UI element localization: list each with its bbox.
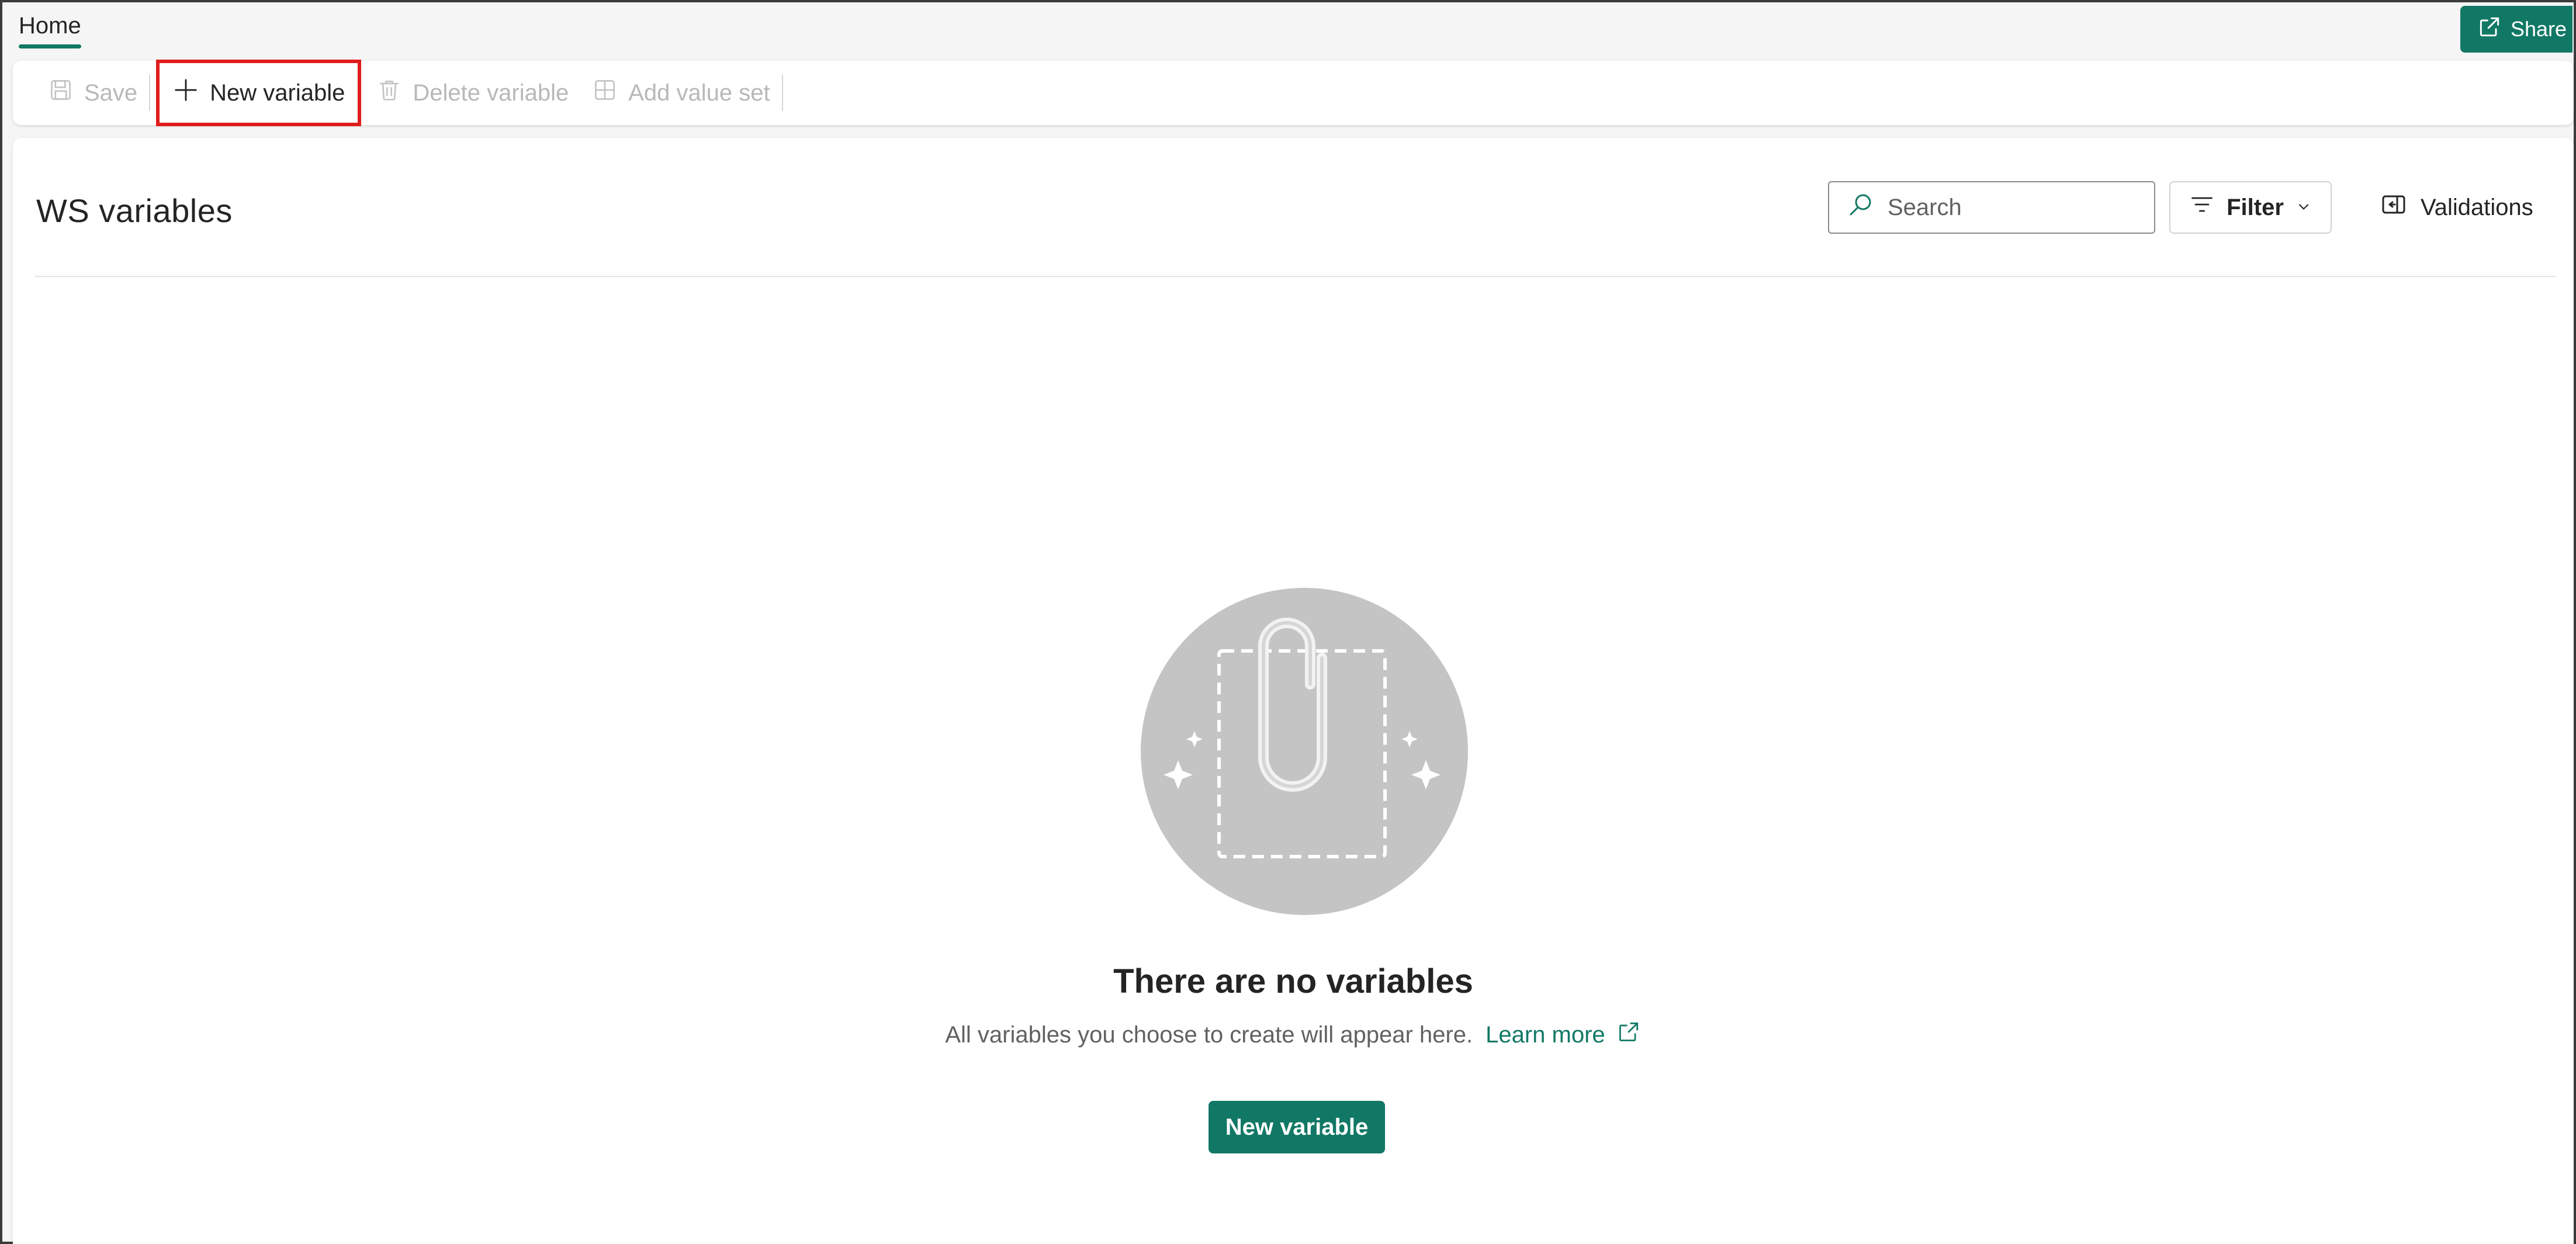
save-button[interactable]: Save — [36, 61, 149, 125]
toolbar-divider — [781, 75, 783, 111]
learn-more-label: Learn more — [1486, 1021, 1605, 1048]
page-title: WS variables — [36, 192, 233, 229]
plus-icon — [172, 77, 199, 109]
paperclip-illustration — [1141, 588, 1468, 915]
new-variable-button[interactable]: New variable — [1209, 1101, 1385, 1153]
external-link-icon — [1616, 1019, 1642, 1051]
search-input[interactable]: Search — [1828, 181, 2155, 234]
share-icon — [2477, 14, 2502, 45]
save-label: Save — [84, 79, 138, 106]
app-window: Home Share Save New variable Delete vari… — [0, 0, 2576, 1244]
filter-icon — [2189, 192, 2215, 223]
new-variable-label: New variable — [210, 79, 345, 106]
filter-button[interactable]: Filter — [2169, 181, 2332, 234]
table-add-icon — [592, 77, 618, 109]
share-label: Share — [2511, 17, 2567, 41]
add-value-set-label: Add value set — [628, 79, 770, 106]
save-icon — [48, 77, 74, 109]
toolbar: Save New variable Delete variable Add va… — [13, 60, 2574, 126]
empty-state-description: All variables you choose to create will … — [945, 1021, 1473, 1048]
search-placeholder: Search — [1888, 194, 1962, 220]
header-divider — [35, 276, 2556, 277]
delete-variable-label: Delete variable — [413, 79, 569, 106]
validations-button[interactable]: Validations — [2380, 181, 2533, 234]
delete-variable-button[interactable]: Delete variable — [365, 61, 580, 125]
share-button[interactable]: Share — [2460, 6, 2572, 53]
filter-label: Filter — [2227, 194, 2284, 220]
tab-home[interactable]: Home — [19, 13, 81, 48]
toolbar-divider — [149, 75, 151, 111]
new-variable-toolbar-button[interactable]: New variable — [156, 60, 362, 126]
trash-icon — [376, 77, 402, 109]
tab-bar: Home Share — [2, 2, 2574, 56]
learn-more-link[interactable]: Learn more — [1486, 1019, 1642, 1051]
variables-panel: WS variables Search Filter Validations T… — [13, 138, 2574, 1244]
search-icon — [1847, 190, 1875, 224]
chevron-down-icon — [2295, 195, 2312, 221]
panel-icon — [2380, 190, 2408, 224]
empty-state-title: There are no variables — [1113, 962, 1473, 1000]
empty-state-description-row: All variables you choose to create will … — [13, 1019, 2574, 1051]
validations-label: Validations — [2421, 194, 2533, 220]
add-value-set-button[interactable]: Add value set — [580, 61, 781, 125]
